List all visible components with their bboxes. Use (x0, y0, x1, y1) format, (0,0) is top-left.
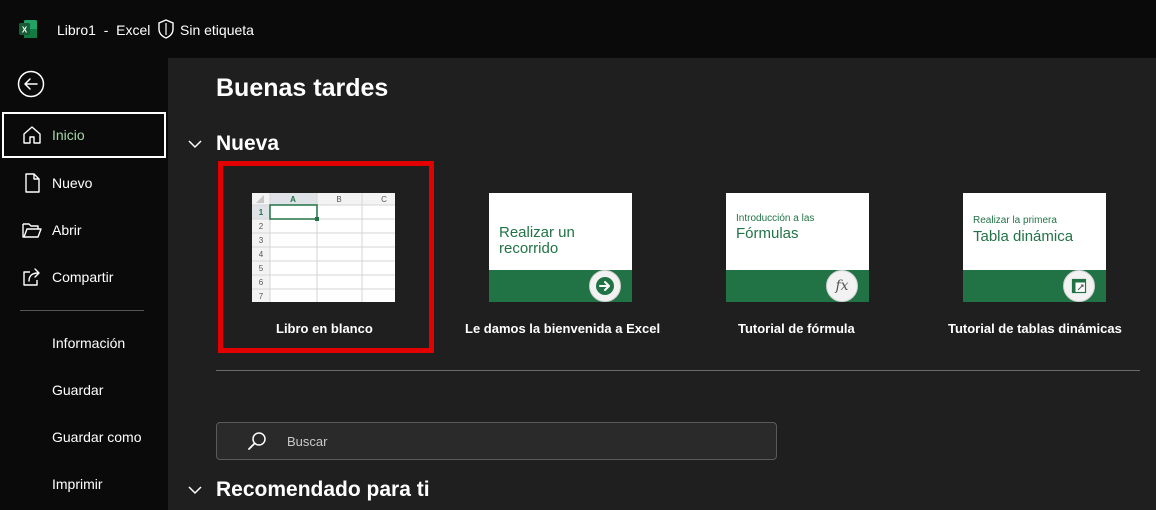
sidebar-item-informacion[interactable]: Información (52, 335, 125, 351)
fx-icon: fx (826, 270, 858, 302)
thumb-title: Realizar un recorrido (499, 224, 575, 257)
svg-text:X: X (22, 26, 28, 35)
thumb-subtitle: Realizar la primera (973, 215, 1057, 226)
search-icon (248, 432, 266, 450)
template-welcome-tour[interactable]: Realizar un recorrido (489, 193, 632, 302)
page-title: Buenas tardes (216, 74, 389, 102)
selection-highlight (218, 161, 434, 353)
window-title: Libro1 - Excel (57, 22, 151, 38)
sidebar-item-compartir[interactable]: Compartir (2, 254, 166, 300)
sidebar-divider (20, 310, 144, 311)
search-box[interactable] (216, 422, 777, 460)
section-title: Recomendado para ti (216, 478, 430, 501)
arrow-right-icon (589, 270, 621, 302)
sidebar-item-guardar[interactable]: Guardar (52, 382, 103, 398)
pivot-table-icon (1063, 270, 1095, 302)
template-pivot-tutorial[interactable]: Realizar la primera Tabla dinámica (963, 193, 1106, 302)
sidebar-item-guardar-como[interactable]: Guardar como (52, 429, 141, 445)
thumb-title: Tabla dinámica (973, 228, 1074, 245)
sidebar-item-label: Nuevo (52, 175, 93, 191)
shield-icon[interactable] (157, 19, 175, 39)
sidebar-item-label: Inicio (52, 127, 85, 143)
search-input[interactable] (287, 424, 757, 458)
section-recommended-header[interactable]: Recomendado para ti (188, 478, 430, 502)
chevron-down-icon (188, 140, 202, 149)
excel-icon: X (19, 20, 37, 38)
share-icon (23, 268, 40, 286)
template-label[interactable]: Tutorial de tablas dinámicas (948, 321, 1122, 336)
title-bar: X Libro1 - Excel Sin etiqueta (0, 0, 1156, 58)
template-label[interactable]: Le damos la bienvenida a Excel (465, 321, 660, 336)
sidebar-item-abrir[interactable]: Abrir (2, 207, 166, 253)
template-label[interactable]: Tutorial de fórmula (738, 321, 855, 336)
thumb-title: Fórmulas (736, 225, 799, 242)
template-formula-tutorial[interactable]: Introducción a las Fórmulas fx (726, 193, 869, 302)
section-divider (216, 370, 1140, 371)
chevron-down-icon (188, 486, 202, 495)
sidebar-item-label: Compartir (52, 269, 114, 285)
sensitivity-label[interactable]: Sin etiqueta (180, 22, 254, 38)
sidebar-item-nuevo[interactable]: Nuevo (2, 160, 166, 206)
sidebar-item-label: Abrir (52, 222, 82, 238)
thumb-subtitle: Introducción a las (736, 213, 815, 224)
home-icon (23, 126, 41, 144)
sidebar-item-inicio[interactable]: Inicio (2, 112, 166, 158)
section-title: Nueva (216, 132, 280, 155)
folder-open-icon (22, 223, 42, 238)
backstage-sidebar: Inicio Nuevo Abrir Compartir Información… (0, 58, 168, 510)
section-nueva-header[interactable]: Nueva (188, 132, 279, 156)
sidebar-item-imprimir[interactable]: Imprimir (52, 476, 103, 492)
new-document-icon (25, 173, 40, 193)
back-arrow-icon[interactable] (17, 70, 45, 98)
